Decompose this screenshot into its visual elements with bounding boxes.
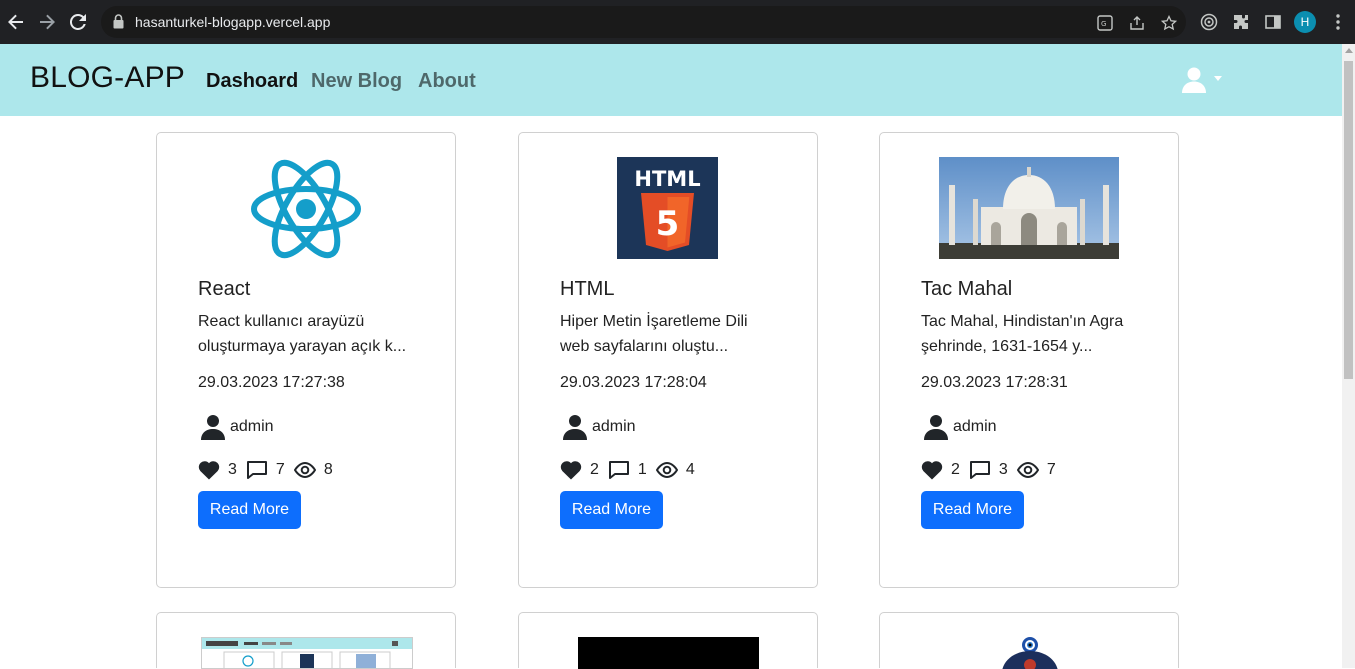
author-name: admin — [592, 418, 636, 435]
card-title[interactable]: HTML — [560, 278, 614, 301]
view-count: 4 — [685, 461, 695, 478]
card-date: 29.03.2023 17:27:38 — [198, 374, 345, 391]
back-button[interactable] — [2, 8, 30, 36]
comment-count: 1 — [637, 461, 647, 478]
author-name: admin — [230, 418, 274, 435]
html5-logo-image: HTML 5 — [617, 157, 718, 259]
scrollbar-thumb[interactable] — [1344, 61, 1353, 379]
like-count: 2 — [590, 461, 599, 478]
heart-icon[interactable] — [560, 460, 582, 480]
taj-mahal-image — [939, 157, 1119, 259]
card-excerpt: React kullanıcı arayüzü oluşturmaya yara… — [198, 309, 418, 359]
extension-target-icon[interactable] — [1198, 11, 1220, 33]
blog-card: HTML 5 HTML Hiper Metin İşaretleme Dili … — [518, 132, 818, 588]
card-date: 29.03.2023 17:28:31 — [921, 374, 1068, 391]
card-title[interactable]: Tac Mahal — [921, 278, 1012, 301]
brand-logo[interactable]: BLOG-APP — [30, 61, 185, 95]
user-icon — [563, 415, 587, 440]
blog-card: Tac Mahal Tac Mahal, Hindistan'ın Agra ş… — [879, 132, 1179, 588]
bookmark-star-icon[interactable] — [1160, 14, 1178, 32]
comment-icon[interactable] — [969, 460, 991, 480]
card-date: 29.03.2023 17:28:04 — [560, 374, 707, 391]
blog-card: React React kullanıcı arayüzü oluşturmay… — [156, 132, 456, 588]
card-author: admin — [923, 414, 997, 440]
card-author: admin — [200, 414, 274, 440]
address-bar[interactable]: hasanturkel-blogapp.vercel.app G — [101, 6, 1186, 38]
nav-link-dashboard[interactable]: Dashoard — [206, 70, 298, 93]
translate-icon[interactable]: G — [1096, 14, 1114, 32]
heart-icon[interactable] — [198, 460, 220, 480]
user-avatar-icon — [1182, 67, 1206, 93]
html-logo-number: 5 — [656, 204, 680, 244]
card-excerpt-line: React kullanıcı arayüzü — [198, 313, 365, 330]
forward-button[interactable] — [33, 8, 61, 36]
scroll-up-arrow-icon[interactable] — [1345, 48, 1353, 53]
browser-toolbar: hasanturkel-blogapp.vercel.app G H — [0, 0, 1355, 44]
eye-icon — [655, 462, 678, 478]
user-menu-dropdown[interactable] — [1180, 66, 1222, 94]
reload-icon — [70, 14, 86, 30]
read-more-button[interactable]: Read More — [921, 491, 1024, 529]
blog-card — [879, 612, 1179, 669]
evil-eye-image — [998, 637, 1062, 669]
eye-icon — [1016, 462, 1039, 478]
comment-icon[interactable] — [246, 460, 268, 480]
card-excerpt: Hiper Metin İşaretleme Dili web sayfalar… — [560, 309, 780, 359]
black-cover-image — [578, 637, 759, 669]
browser-menu-icon[interactable] — [1327, 11, 1349, 33]
like-count: 3 — [228, 461, 237, 478]
read-more-button[interactable]: Read More — [198, 491, 301, 529]
card-excerpt-line: şehrinde, 1631-1654 y... — [921, 338, 1093, 355]
card-stats: 3 7 8 — [198, 460, 342, 480]
card-title[interactable]: React — [198, 278, 250, 301]
like-count: 2 — [951, 461, 960, 478]
user-icon — [201, 415, 225, 440]
card-excerpt-line: Hiper Metin İşaretleme Dili — [560, 313, 748, 330]
eye-icon — [293, 462, 316, 478]
view-count: 8 — [323, 461, 333, 478]
card-excerpt-line: Tac Mahal, Hindistan'ın Agra — [921, 313, 1124, 330]
lock-icon — [113, 14, 124, 34]
html-logo-text: HTML — [634, 167, 700, 191]
card-author: admin — [562, 414, 636, 440]
chevron-down-icon — [1214, 75, 1222, 81]
card-stats: 2 3 7 — [921, 460, 1065, 480]
back-arrow-icon — [8, 14, 23, 30]
comment-count: 3 — [998, 461, 1008, 478]
read-more-button[interactable]: Read More — [560, 491, 663, 529]
page-scrollbar[interactable] — [1342, 44, 1355, 668]
card-stats: 2 1 4 — [560, 460, 704, 480]
comment-count: 7 — [275, 461, 285, 478]
reload-button[interactable] — [64, 8, 92, 36]
svg-text:G: G — [1101, 20, 1106, 28]
blog-app-screenshot-image — [201, 637, 413, 669]
profile-avatar[interactable]: H — [1294, 11, 1316, 33]
nav-link-about[interactable]: About — [418, 70, 476, 93]
card-excerpt: Tac Mahal, Hindistan'ın Agra şehrinde, 1… — [921, 309, 1141, 359]
blog-card — [518, 612, 818, 669]
card-excerpt-line: oluşturmaya yarayan açık k... — [198, 338, 407, 355]
view-count: 7 — [1046, 461, 1056, 478]
author-name: admin — [953, 418, 997, 435]
blog-card — [156, 612, 456, 669]
side-panel-icon[interactable] — [1262, 11, 1284, 33]
nav-link-new-blog[interactable]: New Blog — [311, 70, 402, 93]
comment-icon[interactable] — [608, 460, 630, 480]
app-navbar: BLOG-APP Dashoard New Blog About — [0, 44, 1342, 116]
card-excerpt-line: web sayfalarını oluştu... — [560, 338, 729, 355]
user-icon — [924, 415, 948, 440]
url-text: hasanturkel-blogapp.vercel.app — [135, 14, 331, 30]
share-icon[interactable] — [1128, 14, 1146, 32]
heart-icon[interactable] — [921, 460, 943, 480]
react-logo-image — [249, 157, 363, 261]
forward-arrow-icon — [40, 14, 55, 30]
extensions-puzzle-icon[interactable] — [1230, 11, 1252, 33]
